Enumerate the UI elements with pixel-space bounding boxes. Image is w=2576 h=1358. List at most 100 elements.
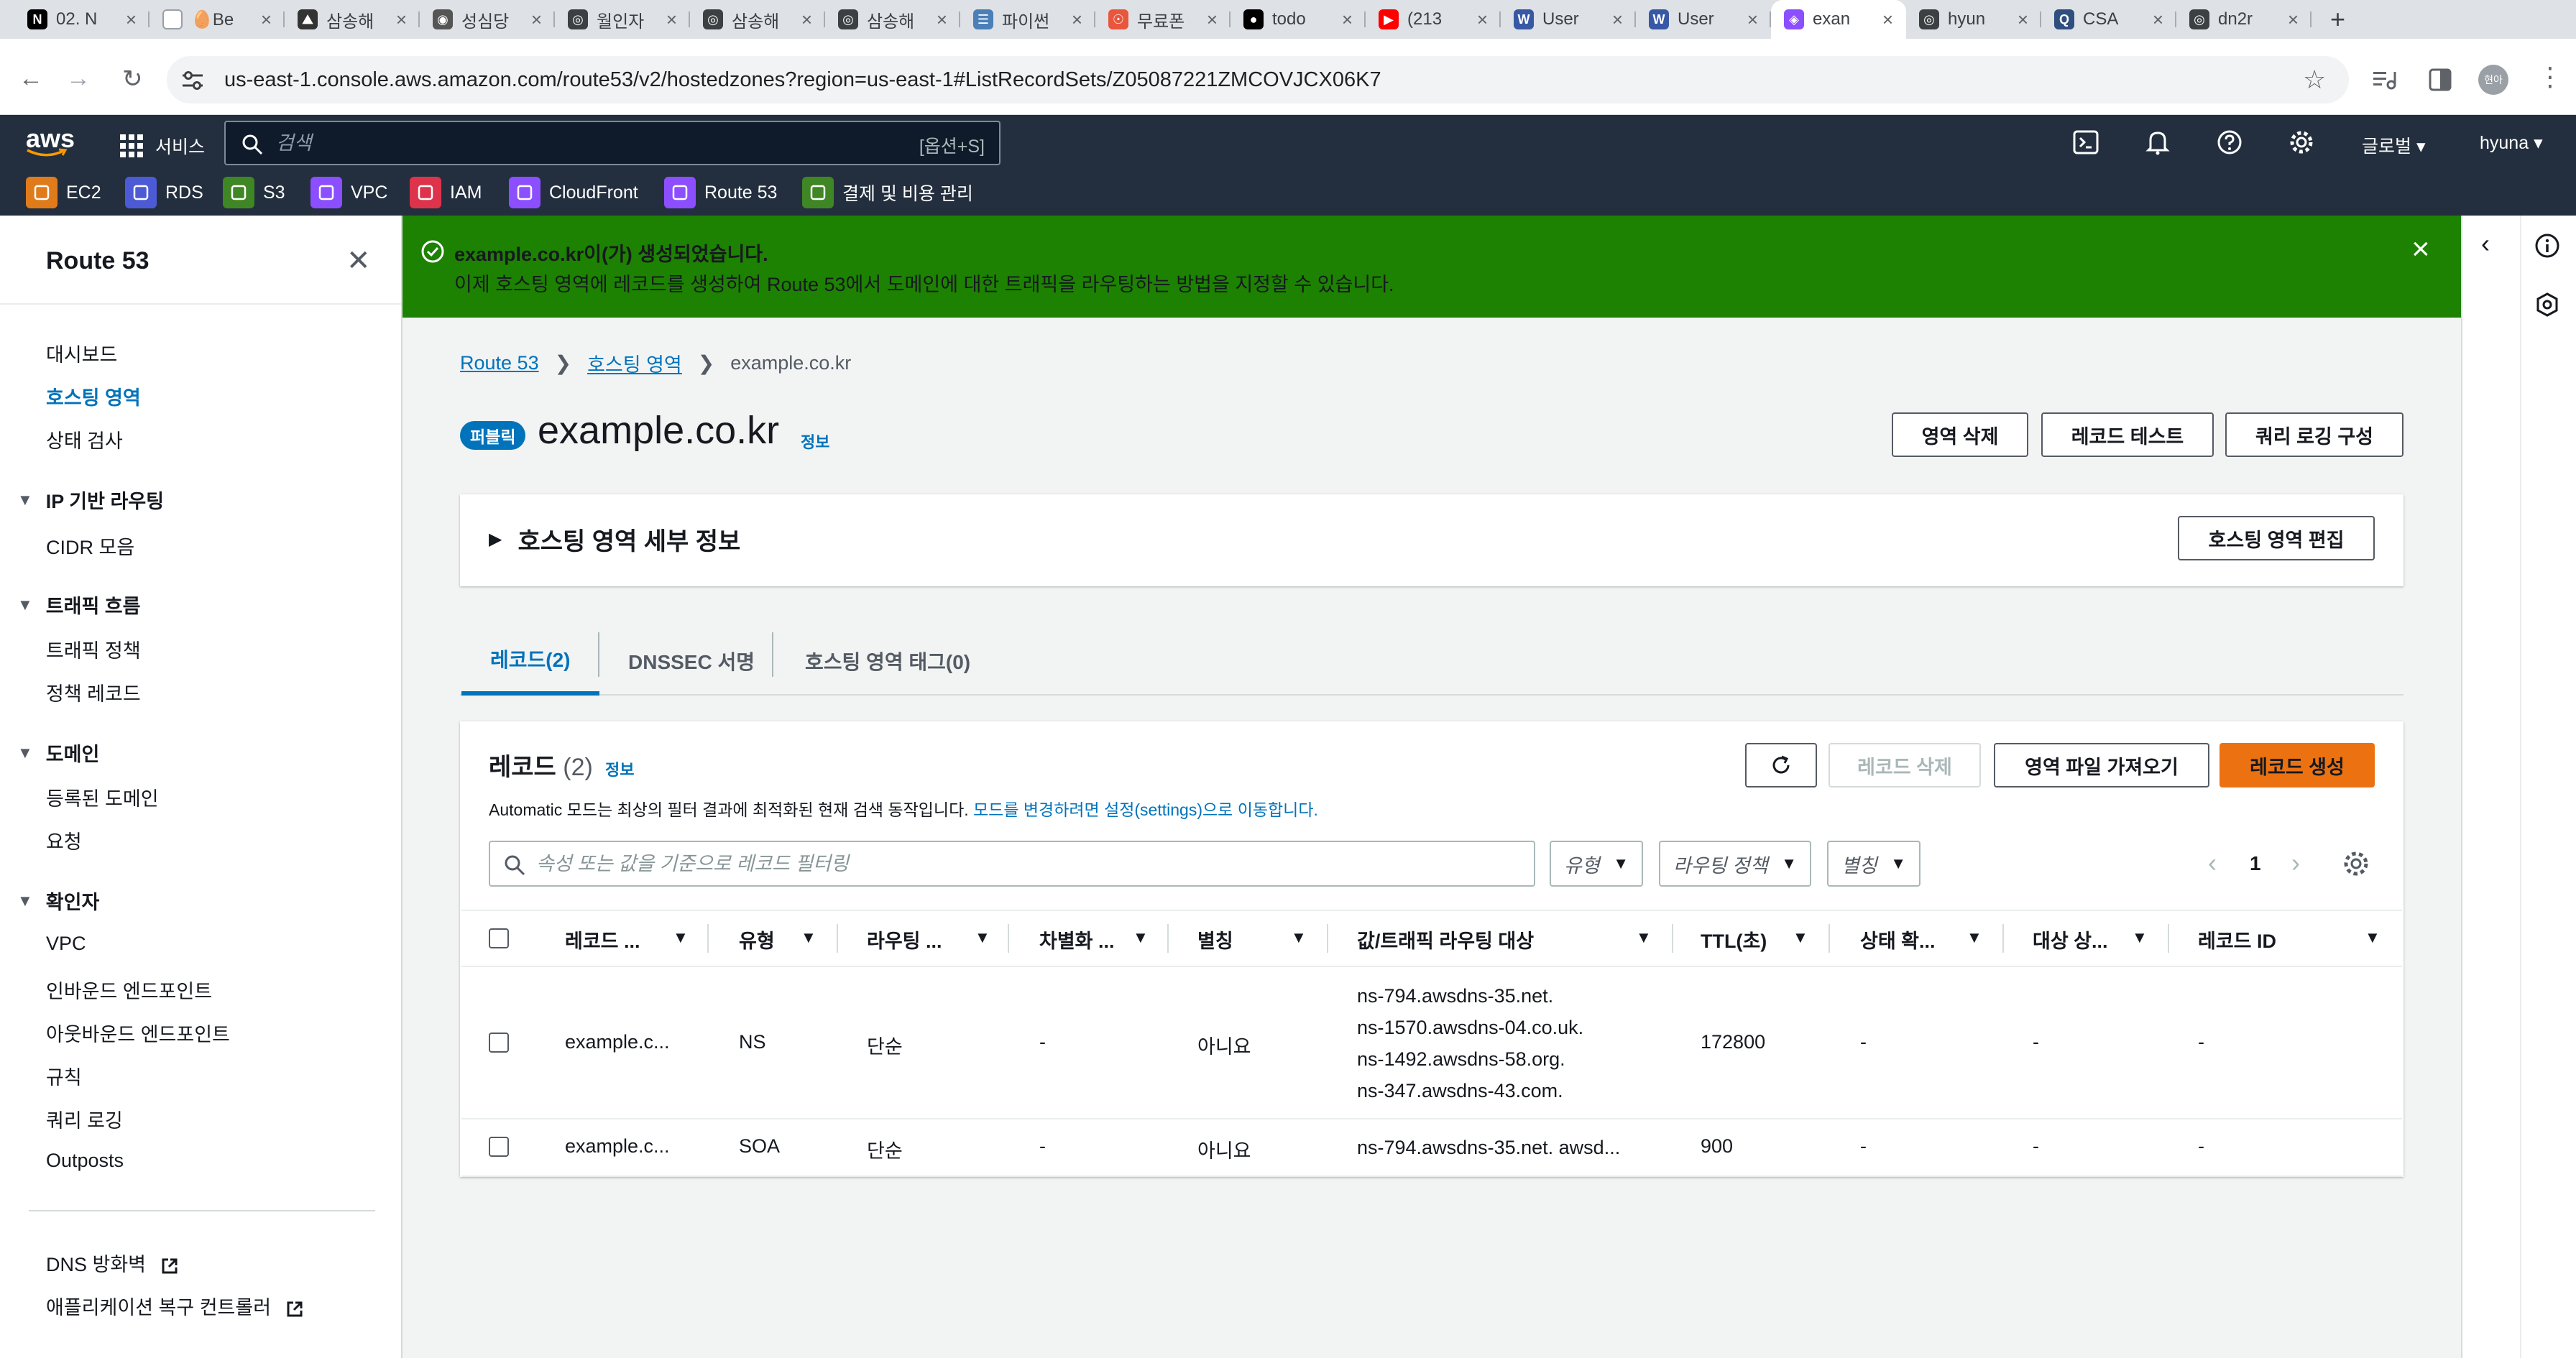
close-tab-icon[interactable]: × bbox=[1342, 9, 1353, 31]
import-zone-file-button[interactable]: 영역 파일 가져오기 bbox=[1994, 743, 2209, 787]
browser-tab[interactable]: ▶ (213 × bbox=[1366, 0, 1501, 39]
row-checkbox[interactable] bbox=[489, 1033, 509, 1053]
browser-menu-icon[interactable]: ⋮ bbox=[2537, 62, 2563, 92]
side-panel-icon[interactable] bbox=[2428, 68, 2452, 92]
sidebar-item-dns-firewall[interactable]: DNS 방화벽 bbox=[46, 1249, 179, 1277]
favorite-service-1[interactable]: RDS bbox=[125, 175, 203, 210]
account-menu[interactable]: hyuna ▾ bbox=[2480, 132, 2543, 154]
records-info-link[interactable]: 정보 bbox=[605, 757, 634, 780]
favorite-service-0[interactable]: EC2 bbox=[26, 175, 101, 210]
column-header[interactable]: 레코드 ... bbox=[565, 925, 640, 953]
routing-policy-select[interactable]: 라우팅 정책 ▼ bbox=[1659, 841, 1811, 887]
column-header[interactable]: 레코드 ID bbox=[2198, 925, 2276, 953]
close-tab-icon[interactable]: × bbox=[126, 9, 137, 31]
close-tab-icon[interactable]: × bbox=[2153, 9, 2163, 31]
cell-name[interactable]: example.c... bbox=[565, 1135, 670, 1158]
browser-tab[interactable]: ◎ 월인자 × bbox=[555, 0, 690, 39]
breadcrumb-hosted-zones[interactable]: 호스팅 영역 bbox=[587, 349, 682, 377]
info-panel-icon[interactable] bbox=[2534, 233, 2560, 259]
back-icon[interactable]: ← bbox=[19, 65, 43, 93]
sidebar-item-1[interactable]: 호스팅 영역 bbox=[46, 382, 141, 410]
configure-query-logging-button[interactable]: 쿼리 로깅 구성 bbox=[2225, 412, 2404, 457]
reload-icon[interactable]: ↻ bbox=[122, 65, 143, 93]
sidebar-item-3-0[interactable]: VPC bbox=[46, 933, 86, 955]
sort-caret-icon[interactable]: ▼ bbox=[1793, 928, 1808, 947]
edit-zone-button[interactable]: 호스팅 영역 편집 bbox=[2178, 516, 2375, 560]
tab-zone-tags[interactable]: 호스팅 영역 태그(0) bbox=[776, 627, 999, 696]
sort-caret-icon[interactable]: ▼ bbox=[1636, 928, 1652, 947]
sidebar-item-3-3[interactable]: 규칙 bbox=[46, 1062, 82, 1090]
sort-caret-icon[interactable]: ▼ bbox=[975, 928, 990, 947]
close-tab-icon[interactable]: × bbox=[937, 9, 947, 31]
close-tab-icon[interactable]: × bbox=[396, 9, 407, 31]
test-record-button[interactable]: 레코드 테스트 bbox=[2041, 412, 2214, 457]
refresh-button[interactable] bbox=[1745, 743, 1817, 787]
column-header[interactable]: 별칭 bbox=[1197, 925, 1233, 953]
browser-tab[interactable]: Q CSA × bbox=[2041, 0, 2176, 39]
sidebar-item-3-5[interactable]: Outposts bbox=[46, 1150, 124, 1172]
close-tab-icon[interactable]: × bbox=[1747, 9, 1758, 31]
sidebar-item-recovery-controller[interactable]: 애플리케이션 복구 컨트롤러 bbox=[46, 1292, 304, 1320]
sidebar-item-2-0[interactable]: 등록된 도메인 bbox=[46, 783, 159, 811]
browser-tab[interactable]: ◎ 삼송해 × bbox=[825, 0, 960, 39]
browser-tab[interactable]: ◉ 성심당 × bbox=[420, 0, 555, 39]
favorite-service-5[interactable]: CloudFront bbox=[509, 175, 638, 210]
type-filter-select[interactable]: 유형 ▼ bbox=[1550, 841, 1643, 887]
sidebar-section-2[interactable]: ▼ 도메인 bbox=[17, 739, 99, 767]
delete-zone-button[interactable]: 영역 삭제 bbox=[1892, 412, 2028, 457]
address-bar[interactable]: us-east-1.console.aws.amazon.com/route53… bbox=[167, 56, 2349, 103]
sort-caret-icon[interactable]: ▼ bbox=[2132, 928, 2148, 947]
close-tab-icon[interactable]: × bbox=[1882, 9, 1893, 31]
dismiss-flash-icon[interactable]: × bbox=[2411, 231, 2430, 267]
sidebar-item-0[interactable]: 대시보드 bbox=[46, 339, 117, 367]
sort-caret-icon[interactable]: ▼ bbox=[673, 928, 689, 947]
select-all-checkbox[interactable] bbox=[489, 928, 509, 948]
column-header[interactable]: 차별화 ... bbox=[1039, 925, 1115, 953]
help-icon[interactable] bbox=[2217, 129, 2242, 155]
close-tab-icon[interactable]: × bbox=[801, 9, 812, 31]
cell-name[interactable]: example.c... bbox=[565, 1031, 670, 1053]
favorite-service-2[interactable]: S3 bbox=[223, 175, 285, 210]
resources-panel-icon[interactable] bbox=[2534, 292, 2560, 318]
sidebar-item-3-4[interactable]: 쿼리 로깅 bbox=[46, 1105, 123, 1133]
aws-search-input[interactable] bbox=[276, 131, 865, 154]
region-selector[interactable]: 글로벌 ▾ bbox=[2362, 132, 2426, 158]
tab-dnssec[interactable]: DNSSEC 서명 bbox=[599, 627, 783, 696]
forward-icon[interactable]: → bbox=[66, 65, 91, 93]
sidebar-title[interactable]: Route 53 bbox=[46, 247, 150, 275]
zone-details-expander[interactable]: ▶ 호스팅 영역 세부 정보 bbox=[489, 522, 740, 557]
next-page-icon[interactable]: › bbox=[2291, 848, 2300, 878]
column-header[interactable]: 대상 상... bbox=[2033, 925, 2108, 953]
browser-tab[interactable]: W User × bbox=[1636, 0, 1771, 39]
settings-gear-icon[interactable] bbox=[2288, 129, 2314, 155]
close-tab-icon[interactable]: × bbox=[1072, 9, 1082, 31]
browser-tab[interactable]: ◎ hyun × bbox=[1906, 0, 2041, 39]
record-filter[interactable] bbox=[489, 841, 1535, 887]
row-checkbox[interactable] bbox=[489, 1137, 509, 1157]
browser-tab[interactable]: ◎ dn2r × bbox=[2176, 0, 2312, 39]
sidebar-section-0[interactable]: ▼ IP 기반 라우팅 bbox=[17, 486, 164, 514]
record-filter-input[interactable] bbox=[536, 852, 1514, 875]
sort-caret-icon[interactable]: ▼ bbox=[2365, 928, 2380, 947]
bookmark-star-icon[interactable]: ☆ bbox=[2303, 65, 2326, 95]
close-sidebar-icon[interactable]: ✕ bbox=[346, 244, 371, 277]
browser-tab[interactable]: N 02. N × bbox=[14, 0, 150, 39]
close-tab-icon[interactable]: × bbox=[261, 9, 272, 31]
services-menu[interactable]: 서비스 bbox=[155, 133, 205, 159]
sidebar-item-0-0[interactable]: CIDR 모음 bbox=[46, 532, 134, 560]
media-icon[interactable] bbox=[2372, 68, 2398, 92]
cloudshell-icon[interactable] bbox=[2073, 129, 2099, 155]
column-header[interactable]: 라우팅 ... bbox=[867, 925, 942, 953]
create-record-button[interactable]: 레코드 생성 bbox=[2220, 743, 2375, 787]
close-tab-icon[interactable]: × bbox=[1477, 9, 1488, 31]
sidebar-item-2-1[interactable]: 요청 bbox=[46, 826, 82, 854]
browser-tab[interactable]: ◈ exan × bbox=[1771, 0, 1906, 39]
close-tab-icon[interactable]: × bbox=[2288, 9, 2299, 31]
sort-caret-icon[interactable]: ▼ bbox=[1966, 928, 1982, 947]
services-grid-icon[interactable] bbox=[119, 134, 144, 158]
favorite-service-3[interactable]: VPC bbox=[310, 175, 387, 210]
alias-filter-select[interactable]: 별칭 ▼ bbox=[1827, 841, 1920, 887]
sidebar-section-3[interactable]: ▼ 확인자 bbox=[17, 887, 99, 915]
table-preferences-gear-icon[interactable] bbox=[2342, 849, 2370, 878]
column-header[interactable]: 값/트래픽 라우팅 대상 bbox=[1357, 925, 1534, 953]
